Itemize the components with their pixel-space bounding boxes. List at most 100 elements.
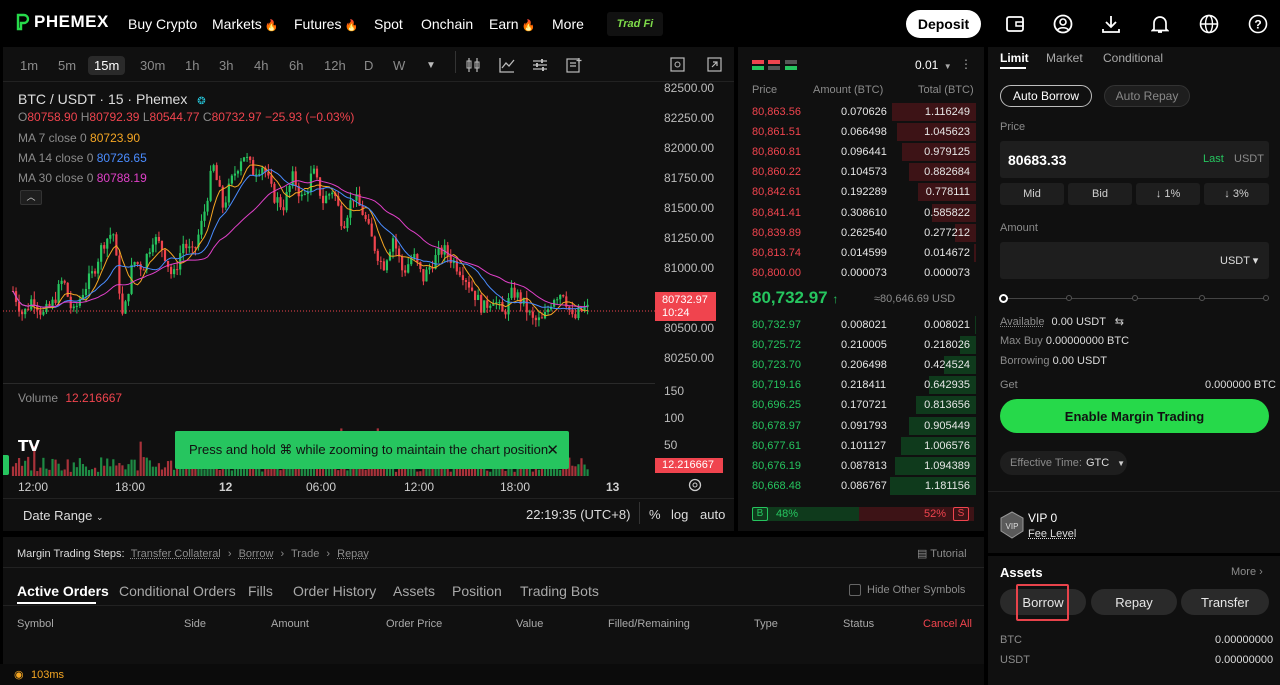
screenshot-icon[interactable] xyxy=(670,57,685,75)
price-input[interactable]: 80683.33 Last USDT xyxy=(1000,141,1269,178)
timeframe-1h[interactable]: 1h xyxy=(185,58,199,73)
bid-row[interactable]: 80,678.97 0.091793 0.905449 xyxy=(738,416,984,436)
utc-clock[interactable]: 22:19:35 (UTC+8) xyxy=(526,507,630,522)
timeframe-30m[interactable]: 30m xyxy=(140,58,165,73)
globe-icon[interactable] xyxy=(1198,13,1220,35)
orderbook-view-both-icon[interactable] xyxy=(752,59,764,73)
tab-order-history[interactable]: Order History xyxy=(293,583,376,599)
ask-row[interactable]: 80,842.61 0.192289 0.778111 xyxy=(738,182,984,202)
timeframe-D[interactable]: D xyxy=(364,58,373,73)
slider-tick-50[interactable] xyxy=(1132,295,1138,301)
tutorial-link[interactable]: ▤ Tutorial xyxy=(917,547,967,560)
step-borrow[interactable]: Borrow xyxy=(239,548,274,560)
bid-row[interactable]: 80,677.61 0.101127 1.006576 xyxy=(738,436,984,456)
download-icon[interactable] xyxy=(1100,13,1122,35)
bid-row[interactable]: 80,696.25 0.170721 0.813656 xyxy=(738,395,984,415)
ask-row[interactable]: 80,863.56 0.070626 1.116249 xyxy=(738,102,984,122)
bid-row[interactable]: 80,719.16 0.218411 0.642935 xyxy=(738,375,984,395)
minus-3pct-button[interactable]: ↓ 3% xyxy=(1204,183,1269,205)
effective-time-dropdown[interactable]: Effective Time: GTC ▼ xyxy=(1000,451,1127,475)
nav-earn[interactable]: Earn 🔥 xyxy=(489,16,535,32)
bid-row[interactable]: 80,668.48 0.086767 1.181156 xyxy=(738,476,984,496)
ask-row[interactable]: 80,860.22 0.104573 0.882684 xyxy=(738,162,984,182)
nav-onchain[interactable]: Onchain xyxy=(421,16,473,32)
auto-repay-button[interactable]: Auto Repay xyxy=(1104,85,1190,107)
auto-borrow-button[interactable]: Auto Borrow xyxy=(1000,85,1092,107)
slider-tick-75[interactable] xyxy=(1199,295,1205,301)
indicators-icon[interactable] xyxy=(499,57,515,76)
timeframe-dropdown-icon[interactable]: ▼ xyxy=(426,60,436,71)
bid-row[interactable]: 80,723.70 0.206498 0.424524 xyxy=(738,355,984,375)
collapse-legend-icon[interactable]: ︿ xyxy=(20,190,42,205)
percent-scale-toggle[interactable]: % xyxy=(649,507,661,522)
mid-price[interactable]: 80,732.97 ↑ xyxy=(752,288,838,308)
repay-button[interactable]: Repay xyxy=(1091,589,1177,615)
precision-dropdown[interactable]: 0.01 ▼ xyxy=(915,58,952,72)
tab-active-orders[interactable]: Active Orders xyxy=(17,583,109,599)
bid-price-button[interactable]: Bid xyxy=(1068,183,1132,205)
timeframe-12h[interactable]: 12h xyxy=(324,58,346,73)
nav-markets[interactable]: Markets 🔥 xyxy=(212,16,279,32)
ask-row[interactable]: 80,861.51 0.066498 1.045623 xyxy=(738,122,984,142)
close-icon[interactable]: ✕ xyxy=(546,441,559,459)
bid-row[interactable]: 80,725.72 0.210005 0.218026 xyxy=(738,335,984,355)
date-range-dropdown[interactable]: Date Range ⌄ xyxy=(23,508,104,523)
timeframe-6h[interactable]: 6h xyxy=(289,58,303,73)
tab-trading-bots[interactable]: Trading Bots xyxy=(520,583,599,599)
bell-icon[interactable] xyxy=(1149,13,1171,35)
ask-row[interactable]: 80,860.81 0.096441 0.979125 xyxy=(738,142,984,162)
tab-fills[interactable]: Fills xyxy=(248,583,273,599)
timeframe-15m[interactable]: 15m xyxy=(88,56,126,75)
tab-limit[interactable]: Limit xyxy=(1000,51,1029,65)
chart-settings-icon[interactable] xyxy=(688,478,702,495)
phemex-logo[interactable]: PHEMEX xyxy=(16,12,109,32)
fullscreen-icon[interactable] xyxy=(707,57,722,75)
fee-level-link[interactable]: Fee Level xyxy=(1028,528,1076,540)
settings-sliders-icon[interactable] xyxy=(532,57,548,76)
tab-market[interactable]: Market xyxy=(1046,51,1083,65)
nav-more[interactable]: More xyxy=(552,16,584,32)
nav-buy-crypto[interactable]: Buy Crypto xyxy=(128,16,197,32)
enable-margin-trading-button[interactable]: Enable Margin Trading xyxy=(1000,399,1269,433)
tab-position[interactable]: Position xyxy=(452,583,502,599)
tradingview-logo[interactable]: 𝗧𝗩 xyxy=(18,437,52,461)
ask-row[interactable]: 80,841.41 0.308610 0.585822 xyxy=(738,203,984,223)
step-trade[interactable]: Trade xyxy=(291,548,319,560)
amount-unit-dropdown[interactable]: USDT ▾ xyxy=(1220,254,1258,267)
timeframe-4h[interactable]: 4h xyxy=(254,58,268,73)
wallet-icon[interactable] xyxy=(1004,13,1026,35)
tab-conditional[interactable]: Conditional xyxy=(1103,51,1163,65)
help-icon[interactable]: ? xyxy=(1247,13,1269,35)
bid-row[interactable]: 80,732.97 0.008021 0.008021 xyxy=(738,315,984,335)
deposit-button[interactable]: Deposit xyxy=(906,10,981,38)
nav-spot[interactable]: Spot xyxy=(374,16,403,32)
amount-slider-handle[interactable] xyxy=(999,294,1008,303)
ma7-legend[interactable]: MA 7 close 0 80723.90 xyxy=(18,128,147,148)
last-price-button[interactable]: Last xyxy=(1203,153,1224,165)
candle-type-icon[interactable] xyxy=(465,57,481,76)
step-repay[interactable]: Repay xyxy=(337,548,369,560)
tradfi-badge[interactable]: Trad Fi xyxy=(607,12,663,36)
timeframe-3h[interactable]: 3h xyxy=(219,58,233,73)
more-menu-icon[interactable]: ⋮ xyxy=(960,57,972,71)
auto-scale-toggle[interactable]: auto xyxy=(700,507,725,522)
assets-more-link[interactable]: More › xyxy=(1231,566,1263,578)
bid-row[interactable]: 80,676.19 0.087813 1.094389 xyxy=(738,456,984,476)
timeframe-W[interactable]: W xyxy=(393,58,405,73)
slider-tick-25[interactable] xyxy=(1066,295,1072,301)
orderbook-view-bids-icon[interactable] xyxy=(785,59,797,73)
step-transfer-collateral[interactable]: Transfer Collateral xyxy=(131,548,221,560)
tab-conditional-orders[interactable]: Conditional Orders xyxy=(119,583,236,599)
ask-row[interactable]: 80,839.89 0.262540 0.277212 xyxy=(738,223,984,243)
log-scale-toggle[interactable]: log xyxy=(671,507,688,522)
pane-resize-handle[interactable] xyxy=(3,455,9,475)
pane-divider[interactable] xyxy=(3,383,655,384)
ma30-legend[interactable]: MA 30 close 0 80788.19 xyxy=(18,168,147,188)
ask-row[interactable]: 80,813.74 0.014599 0.014672 xyxy=(738,243,984,263)
account-icon[interactable] xyxy=(1052,13,1074,35)
transfer-icon[interactable]: ⇆ xyxy=(1115,316,1124,328)
nav-futures[interactable]: Futures 🔥 xyxy=(294,16,358,32)
timeframe-1m[interactable]: 1m xyxy=(20,58,38,73)
amount-input[interactable]: USDT ▾ xyxy=(1000,242,1269,279)
ma14-legend[interactable]: MA 14 close 0 80726.65 xyxy=(18,148,147,168)
